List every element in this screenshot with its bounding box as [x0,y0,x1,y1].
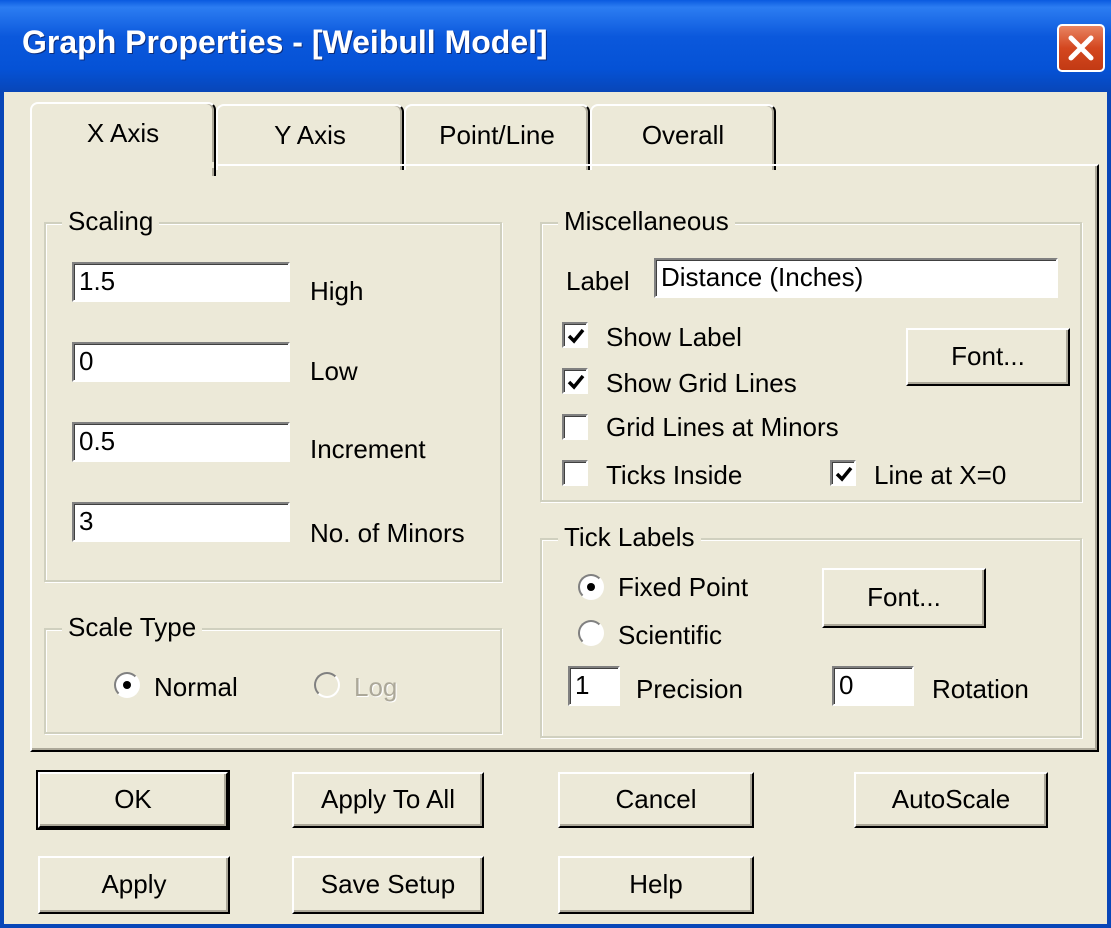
log-radio-label: Log [354,672,398,702]
misc-font-button-label: Font... [951,341,1025,371]
title-bar[interactable]: Graph Properties - [Weibull Model] [0,0,1111,92]
cancel-button[interactable]: Cancel [558,772,754,828]
increment-label: Increment [310,434,426,464]
scale-type-group-title: Scale Type [62,612,203,643]
high-label: High [310,276,364,306]
autoscale-button[interactable]: AutoScale [854,772,1048,828]
tab-label: X Axis [86,118,160,148]
ticks-inside-checkbox[interactable] [562,460,588,486]
active-tab-seam [32,162,214,168]
checkmark-icon [567,374,585,390]
save-setup-button[interactable]: Save Setup [292,856,484,914]
miscellaneous-group-title: Miscellaneous [558,206,735,237]
save-setup-button-label: Save Setup [320,869,456,899]
normal-radio-label: Normal [154,672,238,702]
ok-button[interactable]: OK [36,770,230,830]
autoscale-button-label: AutoScale [891,784,1011,814]
low-label: Low [310,356,358,386]
normal-radio[interactable] [114,672,140,698]
line-at-zero-checkbox[interactable] [830,460,856,486]
ok-button-label: OK [114,784,152,814]
minors-label: No. of Minors [310,518,465,548]
axis-label-input[interactable]: Distance (Inches) [654,258,1058,298]
fixed-point-label: Fixed Point [618,572,749,602]
grid-lines-minors-checkbox[interactable] [562,414,588,440]
tick-labels-group-title: Tick Labels [558,522,701,553]
scientific-radio[interactable] [578,620,604,646]
log-radio[interactable] [314,672,340,698]
help-button[interactable]: Help [558,856,754,914]
misc-font-button[interactable]: Font... [906,328,1070,386]
tab-y-axis[interactable]: Y Axis [216,104,404,170]
close-icon [1068,35,1094,61]
checkmark-icon [567,328,585,344]
apply-button-label: Apply [101,869,167,899]
close-button[interactable] [1057,24,1105,72]
increment-input[interactable]: 0.5 [72,422,290,462]
show-label-checkbox[interactable] [562,322,588,348]
fixed-point-radio[interactable] [578,574,604,600]
rotation-label: Rotation [932,674,1029,704]
help-button-label: Help [629,869,683,899]
scaling-group-title: Scaling [62,206,160,237]
tick-font-button-label: Font... [867,582,941,612]
cancel-button-label: Cancel [615,784,697,814]
rotation-input[interactable]: 0 [832,666,914,706]
tab-label: Point/Line [439,120,555,150]
line-at-zero-label: Line at X=0 [874,460,1007,490]
low-input[interactable]: 0 [72,342,290,382]
apply-to-all-button-label: Apply To All [321,784,455,814]
tab-point-line[interactable]: Point/Line [404,104,590,170]
precision-label: Precision [636,674,743,704]
high-input[interactable]: 1.5 [72,262,290,302]
scale-type-group: Scale Type [44,612,502,734]
apply-button[interactable]: Apply [38,856,230,914]
tab-label: Overall [641,120,725,150]
show-label-label: Show Label [606,322,742,352]
ticks-inside-label: Ticks Inside [606,460,743,490]
show-grid-lines-checkbox[interactable] [562,368,588,394]
apply-to-all-button[interactable]: Apply To All [292,772,484,828]
window-title: Graph Properties - [Weibull Model] [22,24,548,60]
scientific-label: Scientific [618,620,723,650]
tick-font-button[interactable]: Font... [822,568,986,628]
tab-label: Y Axis [274,120,346,150]
axis-label-caption: Label [566,266,630,296]
precision-input[interactable]: 1 [568,666,620,706]
grid-lines-minors-label: Grid Lines at Minors [606,412,839,442]
tab-overall[interactable]: Overall [590,104,776,170]
minors-input[interactable]: 3 [72,502,290,542]
checkmark-icon [835,466,853,482]
show-grid-lines-label: Show Grid Lines [606,368,797,398]
